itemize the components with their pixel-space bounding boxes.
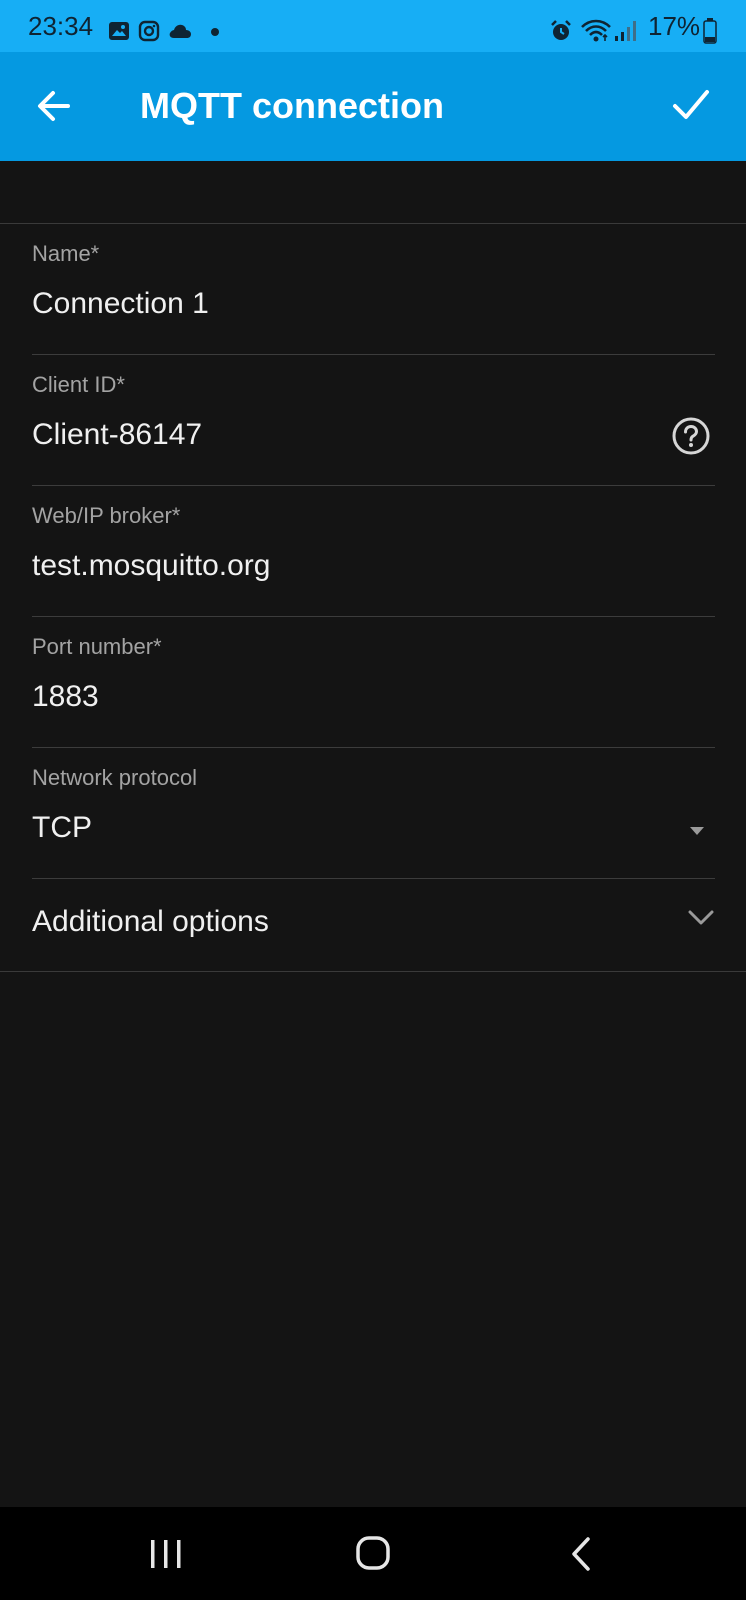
home-icon	[356, 1536, 390, 1570]
port-field[interactable]: Port number* 1883	[32, 617, 715, 748]
battery-percent: 17%	[648, 11, 701, 41]
page-title: MQTT connection	[140, 85, 444, 126]
back-button[interactable]	[523, 1507, 643, 1600]
additional-options-divider	[0, 971, 746, 972]
status-time: 23:34	[28, 11, 94, 41]
signal-icon	[615, 21, 636, 41]
alarm-icon	[551, 20, 571, 40]
recent-apps-button[interactable]	[106, 1507, 226, 1600]
help-circle-icon[interactable]	[671, 416, 711, 456]
app-bar: MQTT connection	[0, 52, 746, 161]
cloud-icon	[169, 24, 191, 38]
client-id-label: Client ID*	[32, 372, 125, 397]
protocol-field[interactable]: Network protocol TCP	[32, 748, 715, 879]
dropdown-arrow-icon[interactable]	[689, 826, 705, 836]
battery-icon	[703, 18, 717, 44]
client-id-input[interactable]: Client-86147	[32, 417, 632, 453]
broker-field[interactable]: Web/IP broker* test.mosquitto.org	[32, 486, 715, 617]
status-bar: 23:34 17%	[0, 0, 746, 52]
wifi-icon	[581, 19, 611, 42]
recent-apps-icon	[151, 1540, 181, 1568]
name-input[interactable]: Connection 1	[32, 286, 632, 322]
broker-input[interactable]: test.mosquitto.org	[32, 548, 632, 584]
home-button[interactable]	[313, 1507, 433, 1600]
additional-options-label: Additional options	[32, 905, 269, 938]
additional-options-row[interactable]: Additional options	[0, 866, 746, 972]
check-icon[interactable]	[672, 88, 710, 122]
gallery-icon	[109, 22, 129, 40]
back-icon	[572, 1537, 590, 1571]
arrow-back-icon[interactable]	[36, 88, 72, 124]
protocol-label: Network protocol	[32, 765, 198, 790]
name-label: Name*	[32, 241, 100, 266]
dot-icon	[211, 28, 219, 36]
broker-label: Web/IP broker*	[32, 503, 181, 528]
port-label: Port number*	[32, 634, 162, 659]
chevron-down-icon[interactable]	[688, 910, 714, 926]
client-id-field[interactable]: Client ID* Client-86147	[32, 355, 715, 486]
protocol-select[interactable]: TCP	[32, 810, 632, 846]
system-nav-bar	[0, 1507, 746, 1600]
port-input[interactable]: 1883	[32, 679, 632, 715]
instagram-icon	[138, 20, 160, 42]
name-field[interactable]: Name* Connection 1	[32, 224, 715, 355]
